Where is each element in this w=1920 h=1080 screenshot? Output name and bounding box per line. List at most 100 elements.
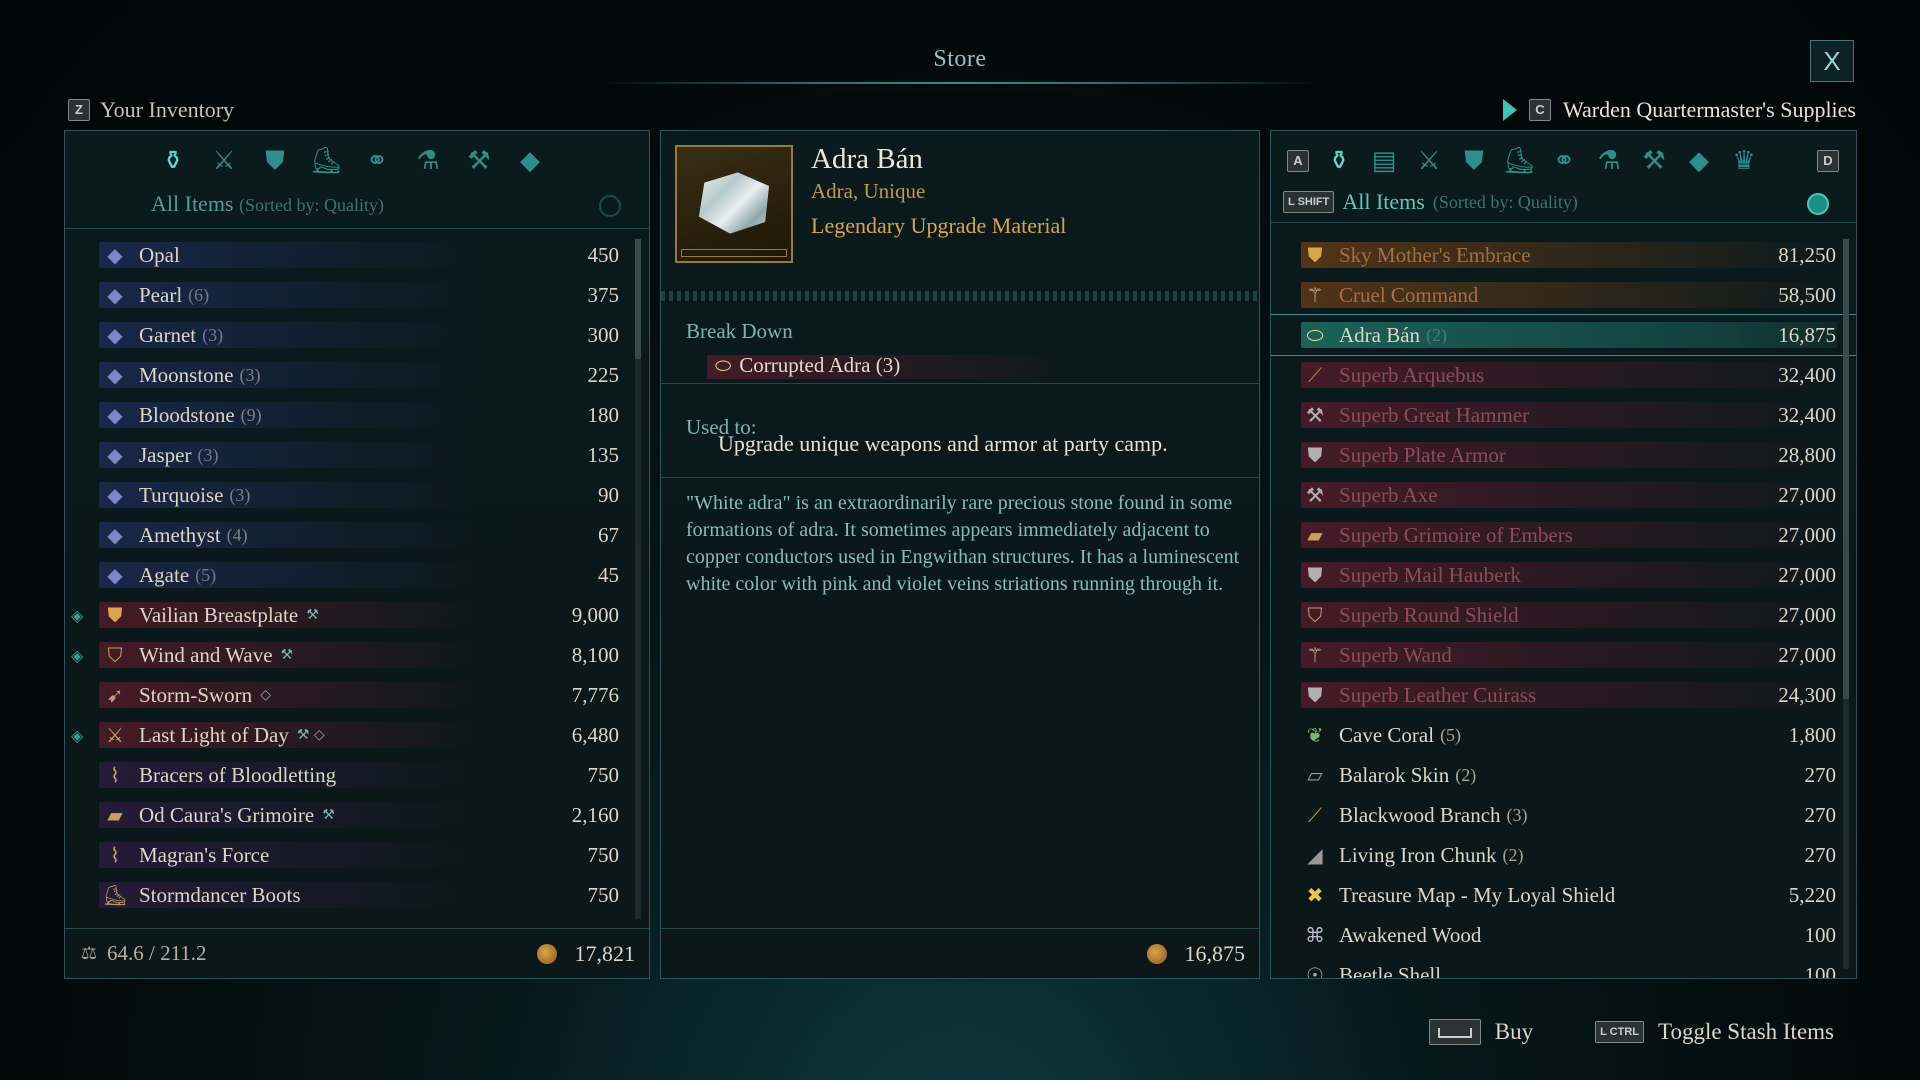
vendor-filter-icon[interactable] (1807, 193, 1829, 215)
crossed-swords-icon[interactable]: ⚔ (1411, 143, 1447, 179)
item-name: Magran's Force (139, 842, 270, 867)
gem-icon[interactable]: ◆ (512, 143, 548, 179)
coral-icon: ❦ (1306, 723, 1324, 747)
vendor-scroll-thumb[interactable] (1843, 239, 1849, 699)
inventory-filter-icon[interactable] (599, 195, 621, 217)
inventory-sort-label[interactable]: All Items (Sorted by: Quality) (151, 191, 384, 217)
inventory-panel: ⚱ ⚔ ⛊ ⛸ ⚭ ⚗ ⚒ ◆ All Items (Sorted by: Quality) … (64, 130, 650, 979)
inventory-item-row[interactable]: ⌇ Magran's Force 750 (65, 835, 649, 875)
prev-category-keycap[interactable]: A (1287, 150, 1309, 172)
buy-hint[interactable]: Buy (1495, 1019, 1533, 1045)
inventory-item-row[interactable]: ◆Moonstone(3)225 (65, 355, 649, 395)
item-price: 58,500 (1778, 282, 1836, 307)
item-name: Cave Coral (1339, 722, 1435, 747)
crossed-swords-icon[interactable]: ⚔ (206, 143, 242, 179)
inventory-item-row[interactable]: ⛸ Stormdancer Boots 750 (65, 875, 649, 915)
satchel-icon[interactable]: ⚱ (155, 143, 191, 179)
item-name: Superb Wand (1339, 642, 1452, 667)
chest-icon[interactable]: ▤ (1366, 143, 1402, 179)
bracers-icon: ⌇ (110, 763, 120, 787)
item-price: 375 (587, 282, 620, 307)
vendor-sort-label[interactable]: L SHIFT All Items (Sorted by: Quality) (1283, 189, 1578, 215)
bracers-icon: ⌇ (110, 843, 120, 867)
inventory-item-row[interactable]: ⌇ Bracers of Bloodletting 750 (65, 755, 649, 795)
branch-icon: ⟋ (1308, 803, 1322, 827)
inventory-scrollbar[interactable] (635, 239, 641, 919)
inventory-item-row[interactable]: ◈ ⛉ Wind and Wave ⚒ 8,100 (65, 635, 649, 675)
armor-icon[interactable]: ⛊ (1456, 143, 1492, 179)
gem-icon: ◆ (107, 243, 123, 267)
vendor-category-bar: A ⚱ ▤ ⚔ ⛊ ⛸ ⚭ ⚗ ⚒ ◆ ♛ D L SHIFT All Items (Sorted… (1271, 131, 1856, 223)
inventory-item-row[interactable]: ◆Turquoise(3)90 (65, 475, 649, 515)
inventory-item-row[interactable]: ◈ ⛊ Vailian Breastplate ⚒ 9,000 (65, 595, 649, 635)
crown-icon[interactable]: ♛ (1726, 143, 1762, 179)
vendor-item-row[interactable]: ⚒ Superb Axe 27,000 (1271, 475, 1856, 515)
skin-icon: ▱ (1307, 763, 1323, 787)
flask-icon[interactable]: ⚗ (1591, 143, 1627, 179)
inventory-item-row[interactable]: ◆Pearl(6)375 (65, 275, 649, 315)
axe-icon: ⚒ (1306, 483, 1324, 507)
break-down-label: Break Down (686, 319, 793, 343)
vendor-item-row[interactable]: ❦ Cave Coral (5) 1,800 (1271, 715, 1856, 755)
vendor-item-row[interactable]: ⛊ Sky Mother's Embrace 81,250 (1271, 235, 1856, 275)
boots-icon[interactable]: ⛸ (308, 143, 344, 179)
satchel-icon[interactable]: ⚱ (1321, 143, 1357, 179)
inventory-scroll-thumb[interactable] (635, 239, 641, 359)
item-name: Amethyst (139, 522, 221, 547)
item-price: 9,000 (571, 602, 619, 627)
rings-icon[interactable]: ⚭ (359, 143, 395, 179)
item-type: Legendary Upgrade Material (811, 213, 1067, 238)
vendor-keycap: C (1529, 99, 1551, 121)
vendor-item-row[interactable]: ⛊ Superb Mail Hauberk 27,000 (1271, 555, 1856, 595)
space-key-icon (1428, 1019, 1481, 1045)
item-price: 100 (1804, 922, 1837, 947)
vendor-item-row[interactable]: ⛊ Superb Plate Armor 28,800 (1271, 435, 1856, 475)
vendor-item-row[interactable]: ✖ Treasure Map - My Loyal Shield 5,220 (1271, 875, 1856, 915)
inventory-item-row[interactable]: ▰ Od Caura's Grimoire ⚒ 2,160 (65, 795, 649, 835)
armor-icon[interactable]: ⛊ (257, 143, 293, 179)
item-price: 7,776 (571, 682, 619, 707)
next-category-keycap[interactable]: D (1817, 150, 1839, 172)
vendor-scrollbar[interactable] (1843, 239, 1849, 969)
vendor-item-row[interactable]: ◢ Living Iron Chunk (2) 270 (1271, 835, 1856, 875)
vendor-item-row[interactable]: ⌘ Awakened Wood 100 (1271, 915, 1856, 955)
inventory-item-row[interactable]: ◆Bloodstone(9)180 (65, 395, 649, 435)
vendor-item-row[interactable]: ⛉ Superb Round Shield 27,000 (1271, 595, 1856, 635)
vendor-item-row[interactable]: ⛊ Superb Leather Cuirass 24,300 (1271, 675, 1856, 715)
inventory-item-row[interactable]: ◆Agate(5)45 (65, 555, 649, 595)
item-price: 90 (598, 482, 619, 507)
rings-icon[interactable]: ⚭ (1546, 143, 1582, 179)
vendor-item-row[interactable]: ⚚ Superb Wand 27,000 (1271, 635, 1856, 675)
vendor-item-row[interactable]: ▰ Superb Grimoire of Embers 27,000 (1271, 515, 1856, 555)
anvil-icon[interactable]: ⚒ (1636, 143, 1672, 179)
vendor-item-row[interactable]: ⬭Adra Bán(2)16,875 (1271, 314, 1856, 356)
inventory-item-row[interactable]: ◆Garnet(3)300 (65, 315, 649, 355)
vendor-item-row[interactable]: ⚒ Superb Great Hammer 32,400 (1271, 395, 1856, 435)
inventory-item-row[interactable]: ◆Amethyst(4)67 (65, 515, 649, 555)
close-button[interactable]: X (1810, 40, 1854, 82)
item-price: 28,800 (1778, 442, 1836, 467)
item-price: 27,000 (1778, 562, 1836, 587)
gem-icon[interactable]: ◆ (1681, 143, 1717, 179)
inventory-item-row[interactable]: ➹ Storm-Sworn ◇ 7,776 (65, 675, 649, 715)
gem-icon: ◆ (107, 323, 123, 347)
vendor-item-row[interactable]: ⟋ Superb Arquebus 32,400 (1271, 355, 1856, 395)
inventory-item-row[interactable]: ◈ ⚔ Last Light of Day ⚒ ◇ 6,480 (65, 715, 649, 755)
hammer-icon: ⚒ (1306, 403, 1324, 427)
flask-icon[interactable]: ⚗ (410, 143, 446, 179)
inventory-item-row[interactable]: ◆ Opal 450 (65, 235, 649, 275)
item-price: 750 (587, 882, 620, 907)
item-name: Treasure Map - My Loyal Shield (1339, 882, 1616, 907)
vendor-item-row[interactable]: ▱ Balarok Skin (2) 270 (1271, 755, 1856, 795)
vendor-item-row[interactable]: ☉ Beetle Shell 100 (1271, 955, 1856, 979)
vendor-item-row[interactable]: ⟋ Blackwood Branch (3) 270 (1271, 795, 1856, 835)
breastplate-icon: ⛊ (1307, 243, 1323, 267)
item-price: 270 (1804, 842, 1837, 867)
item-name: Living Iron Chunk (1339, 842, 1497, 867)
anvil-tag-icon: ⚒ (280, 647, 294, 663)
inventory-item-row[interactable]: ◆Jasper(3)135 (65, 435, 649, 475)
boots-icon[interactable]: ⛸ (1501, 143, 1537, 179)
anvil-icon[interactable]: ⚒ (461, 143, 497, 179)
vendor-item-row[interactable]: ⚚ Cruel Command 58,500 (1271, 275, 1856, 315)
toggle-stash-hint[interactable]: Toggle Stash Items (1658, 1019, 1834, 1045)
